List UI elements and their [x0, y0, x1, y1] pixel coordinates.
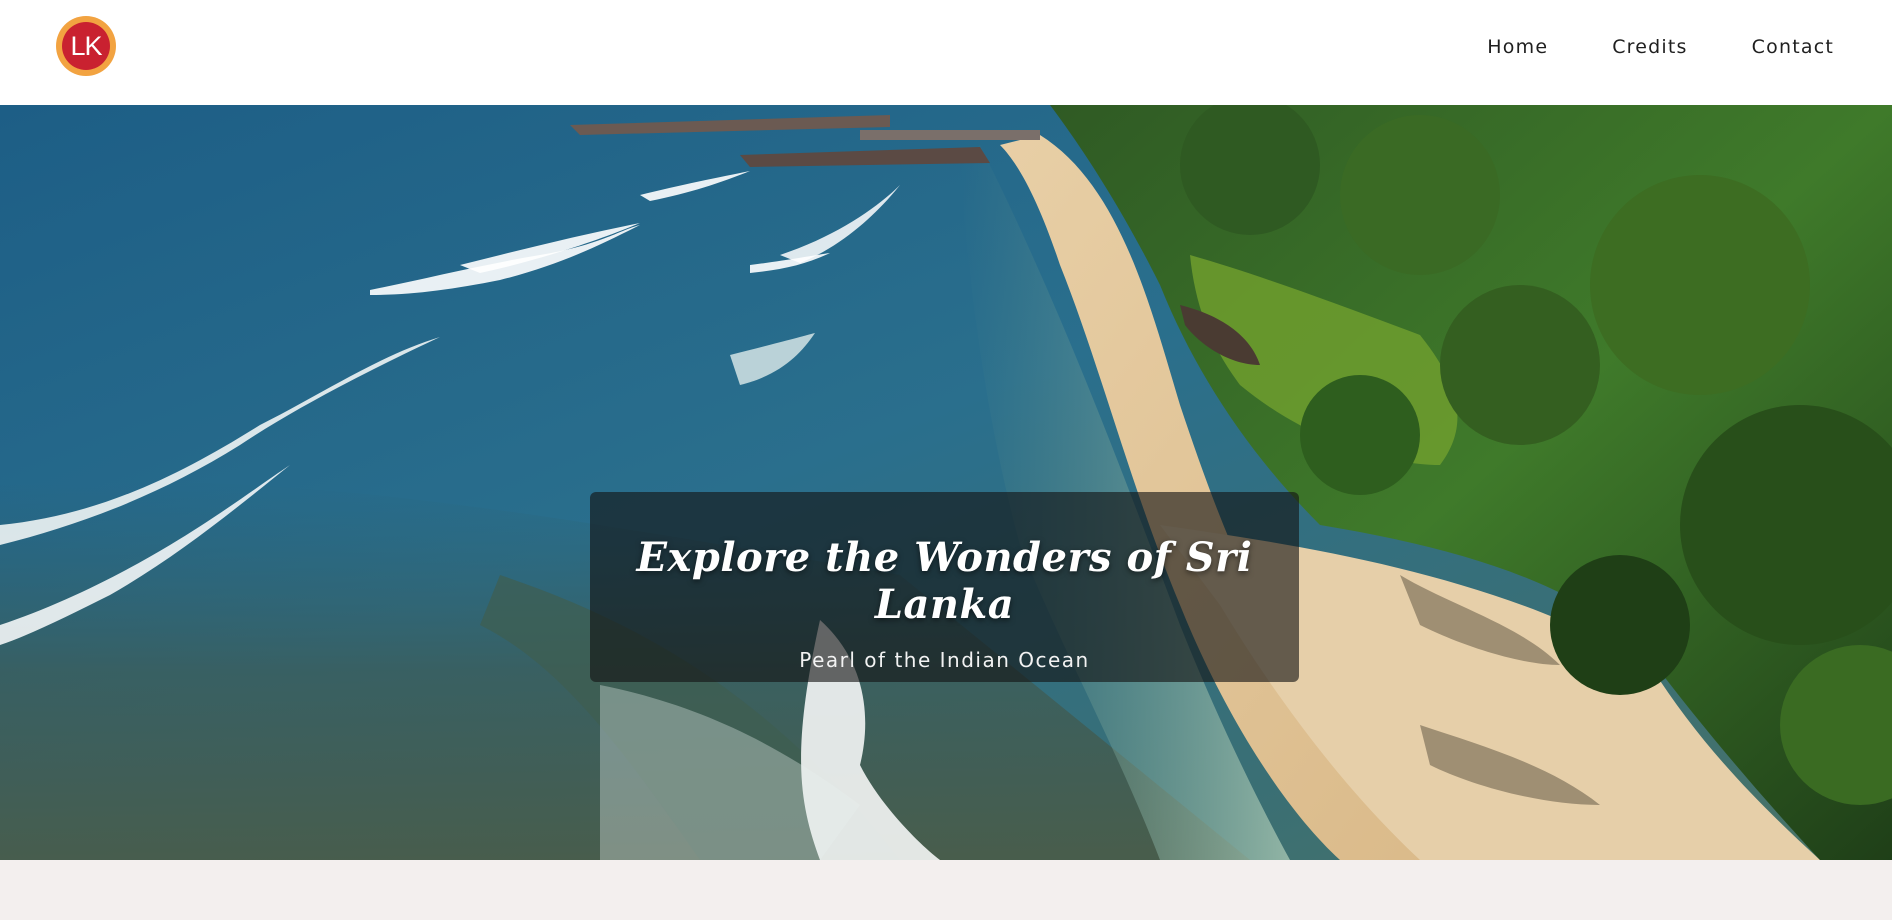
hero-section: Explore the Wonders of Sri Lanka Pearl o…	[0, 105, 1892, 860]
nav-home-link[interactable]: Home	[1487, 36, 1548, 58]
nav-credits-link[interactable]: Credits	[1612, 36, 1687, 58]
logo-text: LK	[62, 22, 110, 70]
content-section-start	[0, 860, 1892, 920]
hero-title: Explore the Wonders of Sri Lanka	[636, 534, 1253, 628]
hero-caption: Explore the Wonders of Sri Lanka Pearl o…	[590, 492, 1299, 682]
main-nav: Home Credits Contact	[1487, 36, 1834, 58]
hero-subtitle: Pearl of the Indian Ocean	[799, 648, 1090, 672]
site-header: LK Home Credits Contact	[0, 0, 1892, 105]
logo[interactable]: LK	[56, 16, 116, 76]
page: LK Home Credits Contact Explore the Wond…	[0, 0, 1892, 920]
aerial-beach-photo	[0, 105, 1892, 860]
nav-contact-link[interactable]: Contact	[1752, 36, 1834, 58]
